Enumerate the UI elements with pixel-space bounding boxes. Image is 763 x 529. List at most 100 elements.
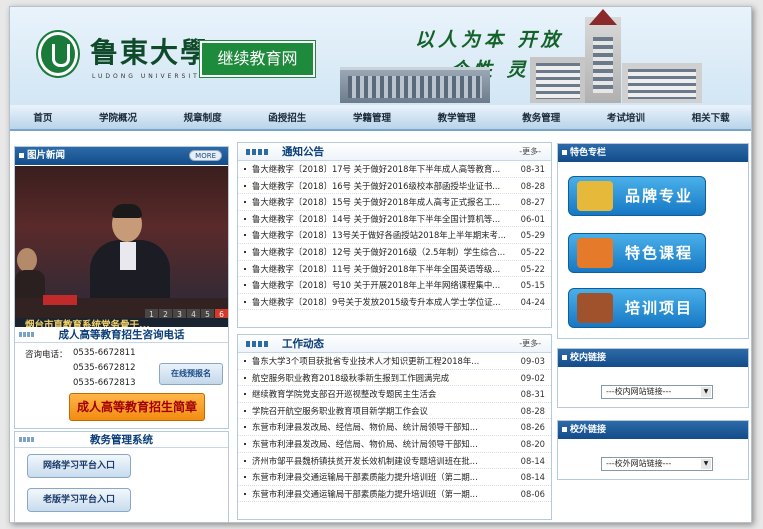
brand-major-button[interactable]: 品牌专业 (568, 176, 706, 216)
consult-title: 成人高等教育招生咨询电话 (15, 327, 228, 343)
consult-panel: 成人高等教育招生咨询电话 咨询电话： 0535-6672811 0535-667… (14, 327, 229, 429)
inner-links-panel: 校内链接 ---校内网站链接--- (557, 348, 749, 408)
photo-page-2[interactable]: 2 (159, 309, 172, 318)
photo-nameplate (43, 295, 77, 305)
work-news-item[interactable]: 学院召开航空服务职业教育项目新学期工作会议 08-28 (238, 403, 551, 420)
work-news-item[interactable]: 航空服务职业教育2018级秋季新生报到工作圆满完成 09-02 (238, 370, 551, 387)
work-news-list: 鲁东大学3个项目获批省专业技术人才知识更新工程2018年... 09-03 航空服务… (238, 353, 551, 503)
university-seal-icon (38, 32, 78, 76)
campus-tower-image (585, 9, 621, 103)
nav-teaching[interactable]: 教学管理 (432, 110, 482, 124)
nav-academic[interactable]: 教务管理 (516, 110, 566, 124)
item-date: 05-22 (520, 246, 545, 257)
nav-home[interactable]: 首页 (27, 110, 58, 124)
notice-item[interactable]: 鲁大继教字〔2018〕14号 关于做好2018年下半年全国计算机等... 06-0… (238, 211, 551, 228)
nav-exam[interactable]: 考试培训 (601, 110, 651, 124)
phone-3: 0535-6672813 (73, 378, 136, 388)
item-title: 鲁大继教字〔2018〕17号 关于做好2018年下半年成人高等教育... (252, 164, 501, 174)
featured-courses-button[interactable]: 特色课程 (568, 233, 706, 273)
photo-page-5[interactable]: 5 (201, 309, 214, 318)
books-icon (577, 238, 613, 268)
item-date: 09-02 (520, 372, 545, 383)
online-register-button[interactable]: 在线预报名 (159, 363, 223, 385)
item-date: 08-26 (520, 422, 545, 433)
item-date: 08-28 (520, 405, 545, 416)
notice-item[interactable]: 鲁大继教字〔2018〕15号 关于做好2018年成人高考正式报名工... 08-2… (238, 194, 551, 211)
tel-label: 咨询电话： (25, 350, 68, 360)
training-projects-button[interactable]: 培训项目 (568, 288, 706, 328)
teaching-system-panel: 教务管理系统 网络学习平台入口 老版学习平台入口 (14, 431, 229, 522)
work-news-item[interactable]: 东营市利津县交通运输局干部素质能力提升培训班（第一期... 08-06 (238, 486, 551, 503)
work-news-item[interactable]: 鲁东大学3个项目获批省专业技术人才知识更新工程2018年... 09-03 (238, 353, 551, 370)
work-news-item[interactable]: 继续教育学院党支部召开巡视整改专题民主生活会 08-31 (238, 386, 551, 403)
old-platform-button[interactable]: 老版学习平台入口 (27, 488, 131, 512)
notices-title: 通知公告 (282, 146, 324, 158)
work-news-title: 工作动态 (282, 338, 324, 350)
item-date: 08-31 (520, 164, 545, 174)
item-title: 鲁大继教字〔2018〕16号 关于做好2016级校本部函授毕业证书... (252, 180, 501, 191)
phone-1: 0535-6672811 (73, 348, 136, 358)
item-date: 09-03 (520, 356, 545, 366)
brochure-button[interactable]: 成人高等教育招生简章 (69, 393, 205, 421)
photo-news-panel: 图片新闻 MORE 1 2 3 4 5 6 烟台市直教育系统党务骨干... (14, 146, 229, 335)
item-title: 济州市邹平县魏桥镇扶贫开发长效机制建设专题培训班在批... (252, 455, 478, 466)
item-title: 鲁大继教字〔2018〕11号 关于做好2018年下半年全国英语等级... (252, 263, 501, 274)
photo-page-1[interactable]: 1 (145, 309, 158, 318)
item-title: 鲁大继教字〔2018〕15号 关于做好2018年成人高考正式报名工... (252, 197, 501, 208)
item-date: 08-20 (520, 438, 545, 449)
work-news-more-link[interactable]: -更多- (519, 335, 541, 353)
work-news-item[interactable]: 东营市利津县交通运输局干部素质能力提升培训班（第二期... 08-14 (238, 469, 551, 486)
item-title: 东营市利津县交通运输局干部素质能力提升培训班（第一期... (252, 488, 478, 499)
notice-item[interactable]: 鲁大继教字〔2018〕12号 关于做好2016级（2.5年制）学生综合... 05… (238, 244, 551, 261)
notice-item[interactable]: 鲁大继教字〔2018〕13号关于做好各函授站2018年上半年期末考... 05-2… (238, 227, 551, 244)
logo-text[interactable]: 鲁東大學 (90, 31, 210, 71)
notices-header: 通知公告 -更多- (238, 143, 551, 161)
work-news-item[interactable]: 东营市利津县发改局、经信局、物价局、统计局领导干部知... 08-26 (238, 419, 551, 436)
nav-registry[interactable]: 学籍管理 (347, 110, 397, 124)
item-date: 08-28 (520, 180, 545, 191)
item-date: 08-14 (520, 455, 545, 466)
photo-page-4[interactable]: 4 (187, 309, 200, 318)
nav-admission[interactable]: 函授招生 (262, 110, 312, 124)
phone-2: 0535-6672812 (73, 363, 136, 373)
logo-english: LUDONG UNIVERSITY (92, 73, 207, 80)
inner-links-title: 校内链接 (558, 349, 748, 367)
item-date: 06-01 (520, 213, 545, 224)
outer-links-title: 校外链接 (558, 421, 748, 439)
item-date: 05-22 (520, 263, 545, 274)
page-frame: 鲁東大學 LUDONG UNIVERSITY 继续教育网 以人为本 开放 个性 … (9, 6, 752, 523)
outer-links-select[interactable]: ---校外网站链接--- (601, 457, 713, 471)
nav-about[interactable]: 学院概况 (93, 110, 143, 124)
notice-item[interactable]: 鲁大继教字〔2018〕9号关于发放2015级专升本成人学士学位证... 04-24 (238, 294, 551, 311)
medal-icon (577, 181, 613, 211)
item-date: 05-29 (520, 230, 545, 241)
work-news-item[interactable]: 济州市邹平县魏桥镇扶贫开发长效机制建设专题培训班在批... 08-14 (238, 453, 551, 470)
item-title: 鲁大继教字〔2018〕12号 关于做好2016级（2.5年制）学生综合... (252, 246, 506, 257)
item-title: 东营市利津县交通运输局干部素质能力提升培训班（第二期... (252, 472, 478, 483)
item-title: 鲁大继教字〔2018〕号10 关于开展2018年上半年网络课程集中... (252, 280, 501, 291)
online-platform-button[interactable]: 网络学习平台入口 (27, 454, 131, 478)
nav-rules[interactable]: 规章制度 (178, 110, 228, 124)
photo-page-3[interactable]: 3 (173, 309, 186, 318)
teaching-system-title: 教务管理系统 (15, 432, 228, 448)
book-icon (577, 293, 613, 323)
item-date: 08-14 (520, 472, 545, 483)
special-column-title: 特色专栏 (558, 144, 748, 162)
header-dots-icon (246, 149, 270, 155)
notice-item[interactable]: 鲁大继教字〔2018〕17号 关于做好2018年下半年成人高等教育... 08-3… (238, 161, 551, 178)
notice-item[interactable]: 鲁大继教字〔2018〕号10 关于开展2018年上半年网络课程集中... 05-1… (238, 277, 551, 294)
notice-item[interactable]: 鲁大继教字〔2018〕16号 关于做好2016级校本部函授毕业证书... 08-2… (238, 178, 551, 195)
notices-more-link[interactable]: -更多- (519, 143, 541, 161)
item-title: 鲁大继教字〔2018〕14号 关于做好2018年下半年全国计算机等... (252, 213, 501, 224)
nav-download[interactable]: 相关下载 (686, 110, 736, 124)
notice-item[interactable]: 鲁大继教字〔2018〕11号 关于做好2018年下半年全国英语等级... 05-2… (238, 261, 551, 278)
item-title: 鲁东大学3个项目获批省专业技术人才知识更新工程2018年... (252, 356, 480, 366)
news-photo[interactable]: 1 2 3 4 5 6 (15, 166, 228, 318)
item-title: 鲁大继教字〔2018〕9号关于发放2015级专升本成人学士学位证... (252, 296, 501, 307)
campus-building-image (340, 67, 490, 103)
inner-links-select[interactable]: ---校内网站链接--- (601, 385, 713, 399)
photo-news-more-button[interactable]: MORE (189, 150, 222, 161)
item-date: 08-31 (520, 389, 545, 400)
work-news-item[interactable]: 东营市利津县发改局、经信局、物价局、统计局领导干部知... 08-20 (238, 436, 551, 453)
photo-page-6[interactable]: 6 (215, 309, 228, 318)
